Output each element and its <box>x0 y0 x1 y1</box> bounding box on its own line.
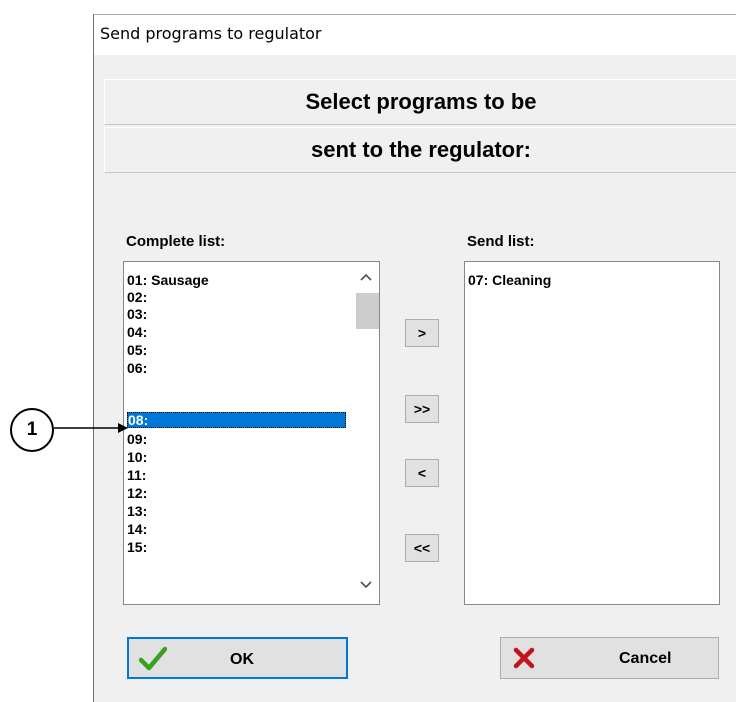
callout-marker: 1 <box>10 408 54 452</box>
scrollbar-thumb[interactable] <box>356 293 379 329</box>
cancel-label: Cancel <box>619 650 672 667</box>
list-item[interactable]: 02: <box>127 289 147 305</box>
complete-list[interactable]: 01: Sausage 02: 03: 04: 05: 06: 08: 09: … <box>123 261 380 605</box>
ok-button[interactable]: OK <box>127 637 348 679</box>
list-item[interactable]: 01: Sausage <box>127 272 209 288</box>
callout-arrow <box>54 423 128 433</box>
chevron-up-icon[interactable] <box>352 272 379 292</box>
window-title: Send programs to regulator <box>100 24 322 43</box>
ok-label: OK <box>230 651 254 668</box>
list-item[interactable]: 11: <box>127 467 146 483</box>
complete-list-label: Complete list: <box>126 233 226 250</box>
send-list[interactable]: 07: Cleaning <box>464 261 720 605</box>
add-all-button[interactable]: >> <box>405 395 439 423</box>
list-item[interactable]: 15: <box>127 539 147 555</box>
list-item[interactable]: 04: <box>127 324 147 340</box>
remove-all-button[interactable]: << <box>405 534 439 562</box>
x-mark-icon <box>513 647 535 674</box>
list-item[interactable]: 14: <box>127 521 147 537</box>
header-line-2: sent to the regulator: <box>104 127 736 173</box>
chevron-down-icon[interactable] <box>352 580 379 600</box>
list-scrollbar[interactable] <box>352 262 379 604</box>
list-item[interactable]: 10: <box>127 449 147 465</box>
add-button[interactable]: > <box>405 319 439 347</box>
list-item[interactable]: 12: <box>127 485 147 501</box>
send-list-label: Send list: <box>467 233 535 250</box>
cancel-button[interactable]: Cancel <box>500 637 719 679</box>
list-item[interactable]: 03: <box>127 306 147 322</box>
list-item[interactable]: 13: <box>127 503 147 519</box>
title-bar: Send programs to regulator <box>94 15 736 55</box>
list-item-selected[interactable]: 08: <box>127 412 346 428</box>
header-line-1: Select programs to be <box>104 79 736 125</box>
list-item[interactable]: 09: <box>127 431 147 447</box>
check-icon <box>138 646 168 677</box>
list-item[interactable]: 05: <box>127 342 147 358</box>
list-item[interactable]: 07: Cleaning <box>468 272 551 288</box>
list-item[interactable]: 06: <box>127 360 147 376</box>
remove-button[interactable]: < <box>405 459 439 487</box>
